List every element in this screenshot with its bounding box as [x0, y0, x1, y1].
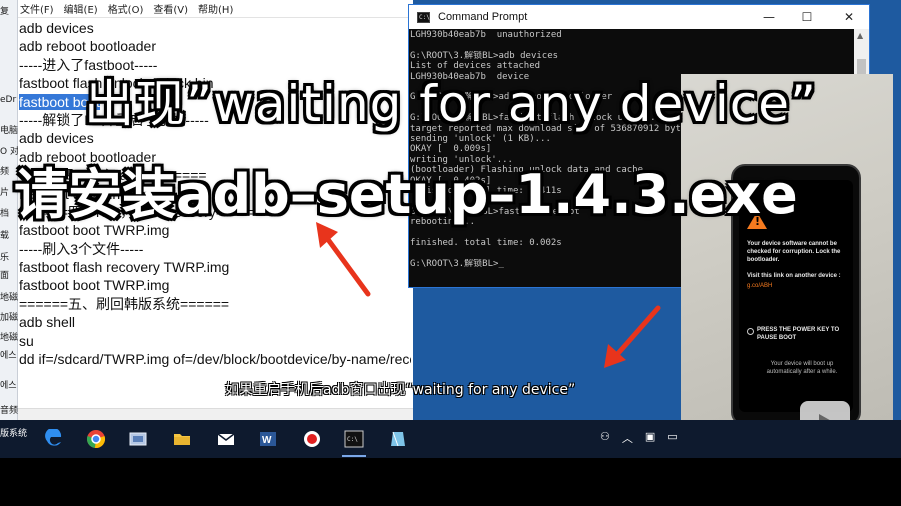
system-tray: ⚇ ︿ ▣ ▭ — [600, 430, 678, 446]
cmd-titlebar[interactable]: Command Prompt — ☐ ✕ — [409, 5, 869, 29]
menu-file[interactable]: 文件(F) — [20, 1, 54, 16]
media-icon[interactable] — [124, 425, 152, 453]
cmd-line: G:\ROOT\3.解锁BL>adb devices — [410, 50, 559, 61]
phone-link: g.co/ABH — [747, 283, 773, 289]
notepad-line: adb shell — [19, 313, 411, 331]
background-strip-label: 面 — [0, 271, 10, 281]
maximize-button[interactable]: ☐ — [787, 5, 827, 29]
background-strip-label: 乐 — [0, 253, 10, 263]
subtitle: 如果重启手机后adb窗口出现“waiting for any device” — [225, 382, 576, 398]
cmd-title: Command Prompt — [438, 11, 528, 23]
close-button[interactable]: ✕ — [829, 5, 869, 29]
notepad-line: dd if=/sdcard/TWRP.img of=/dev/block/boo… — [19, 350, 411, 368]
notepad-line-text: fastboot flash recovery TWRP.img — [19, 259, 230, 276]
background-strip-label: 에스 — [0, 351, 17, 361]
notepad-line: adb reboot bootloader — [19, 37, 411, 55]
chrome-icon[interactable] — [82, 425, 110, 453]
scroll-up-icon[interactable]: ▲ — [857, 31, 863, 40]
cmd-line: LGH930b40eab7b unauthorized — [410, 30, 562, 40]
taskbar-label: 版系统 — [0, 429, 28, 439]
minimize-button[interactable]: — — [749, 5, 789, 29]
app-icon[interactable] — [384, 425, 412, 453]
mail-icon[interactable] — [212, 425, 240, 453]
notepad-menubar: 文件(F) 编辑(E) 格式(O) 查看(V) 帮助(H) — [18, 0, 413, 18]
notepad-line-text: su — [19, 332, 34, 349]
background-strip-label: 载 — [0, 231, 10, 241]
video-letterbox — [0, 458, 901, 506]
phone-warning-text: Your device software cannot be checked f… — [747, 241, 841, 263]
folder-icon[interactable] — [168, 425, 196, 453]
notepad-line-text: -----刷入3个文件----- — [19, 240, 144, 257]
power-icon — [747, 328, 754, 335]
background-strip-label: 加磁 — [0, 313, 18, 323]
notepad-line-text: ======五、刷回韩版系统====== — [19, 295, 230, 312]
background-strip-label: 地磁 — [0, 333, 18, 343]
caption-line-2: 请安装adb–setup–1.4.3.exe — [14, 163, 798, 226]
menu-format[interactable]: 格式(O) — [108, 1, 144, 16]
background-strip-label: 复 — [0, 7, 10, 17]
network-icon[interactable]: ▣ — [645, 430, 655, 446]
notepad-line-text: adb reboot bootloader — [19, 38, 156, 55]
notepad-line-text: fastboot boot TWRP.img — [19, 277, 170, 294]
red-arrow-icon — [316, 222, 371, 297]
record-icon[interactable] — [298, 425, 326, 453]
menu-view[interactable]: 查看(V) — [153, 1, 188, 16]
taskbar: 版系统 W C:\ ⚇ ︿ ▣ ▭ — [0, 420, 901, 458]
phone-boot-text: Your device will boot up automatically a… — [766, 361, 838, 375]
cmd-icon — [417, 11, 430, 23]
caption-line-1: 出现”waiting for any device” — [84, 75, 817, 133]
svg-text:C:\: C:\ — [347, 436, 358, 443]
horizontal-scrollbar[interactable] — [18, 408, 413, 420]
notepad-line-text: adb shell — [19, 314, 76, 331]
background-strip-label: 地磁 — [0, 293, 18, 303]
phone-visit-text: Visit this link on another device : — [747, 273, 841, 279]
menu-help[interactable]: 帮助(H) — [198, 1, 233, 16]
background-strip-label: 音频 — [0, 406, 18, 416]
word-icon[interactable]: W — [254, 425, 282, 453]
people-icon[interactable]: ⚇ — [600, 430, 610, 446]
red-arrow-icon-2 — [604, 305, 661, 368]
phone-power-text: PRESS THE POWER KEY TO PAUSE BOOT — [757, 327, 840, 341]
notepad-line: adb devices — [19, 19, 411, 37]
chevron-up-icon[interactable]: ︿ — [622, 430, 633, 446]
edge-icon[interactable] — [40, 425, 68, 453]
svg-text:W: W — [262, 435, 272, 446]
notepad-line-text: adb devices — [19, 20, 94, 36]
display-icon[interactable]: ▭ — [667, 430, 677, 446]
cmd-taskbar-icon[interactable]: C:\ — [340, 425, 368, 457]
cmd-line — [410, 40, 855, 50]
notepad-line-text: dd if=/sdcard/TWRP.img of=/dev/block/boo… — [19, 351, 411, 368]
menu-edit[interactable]: 编辑(E) — [64, 1, 98, 16]
background-strip-label: 에스 — [0, 381, 17, 391]
notepad-line: su — [19, 332, 411, 350]
